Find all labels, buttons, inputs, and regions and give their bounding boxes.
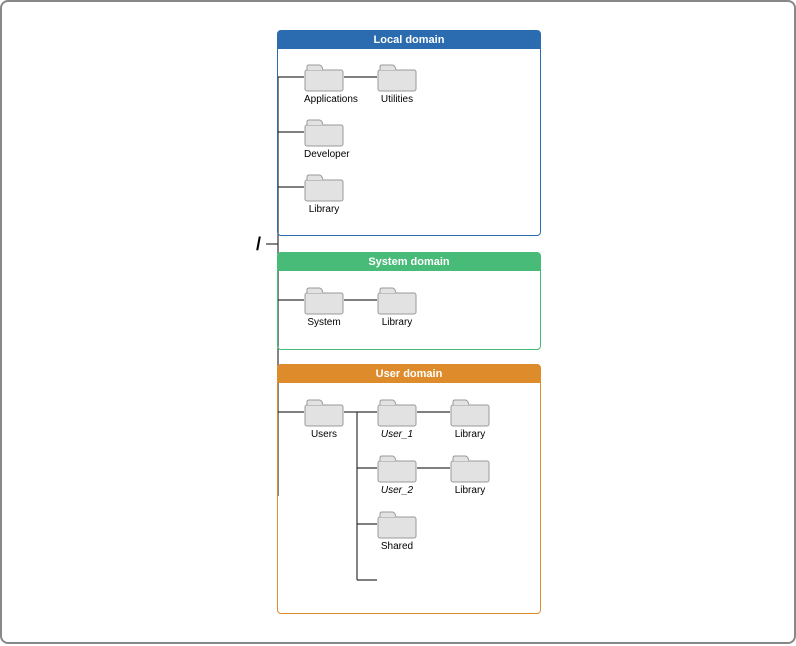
- folder-user1-library: Library: [450, 397, 490, 440]
- folder-label: System: [304, 317, 344, 328]
- system-domain-header: System domain: [278, 253, 540, 271]
- folder-system: System: [304, 285, 344, 328]
- folder-icon: [304, 397, 344, 427]
- folder-icon: [377, 62, 417, 92]
- folder-label: Library: [450, 485, 490, 496]
- folder-icon: [304, 285, 344, 315]
- folder-icon: [377, 285, 417, 315]
- folder-label: Library: [304, 204, 344, 215]
- folder-label: Users: [304, 429, 344, 440]
- folder-label: Applications: [304, 94, 344, 105]
- folder-library-system: Library: [377, 285, 417, 328]
- folder-icon: [377, 397, 417, 427]
- folder-users: Users: [304, 397, 344, 440]
- folder-icon: [450, 397, 490, 427]
- folder-utilities: Utilities: [377, 62, 417, 105]
- folder-user2-library: Library: [450, 453, 490, 496]
- folder-icon: [377, 509, 417, 539]
- folder-applications: Applications: [304, 62, 344, 105]
- local-title-plain: Local: [374, 34, 406, 46]
- root-label: /: [256, 234, 261, 255]
- folder-icon: [304, 117, 344, 147]
- local-domain-header: Local domain: [278, 31, 540, 49]
- folder-label: User_1: [377, 429, 417, 440]
- folder-label: User_2: [377, 485, 417, 496]
- folder-user2: User_2: [377, 453, 417, 496]
- folder-icon: [304, 172, 344, 202]
- folder-label: Library: [377, 317, 417, 328]
- folder-icon: [450, 453, 490, 483]
- folder-label: Utilities: [377, 94, 417, 105]
- folder-developer: Developer: [304, 117, 344, 160]
- folder-label: Developer: [304, 149, 344, 160]
- folder-label: Library: [450, 429, 490, 440]
- user-domain-header: User domain: [278, 365, 540, 383]
- diagram-canvas: / Local domain System domain User domain…: [2, 2, 794, 642]
- folder-user1: User_1: [377, 397, 417, 440]
- folder-label: Shared: [377, 541, 417, 552]
- local-title-bold: domain: [405, 34, 444, 46]
- folder-icon: [304, 62, 344, 92]
- folder-shared: Shared: [377, 509, 417, 552]
- folder-icon: [377, 453, 417, 483]
- folder-library-local: Library: [304, 172, 344, 215]
